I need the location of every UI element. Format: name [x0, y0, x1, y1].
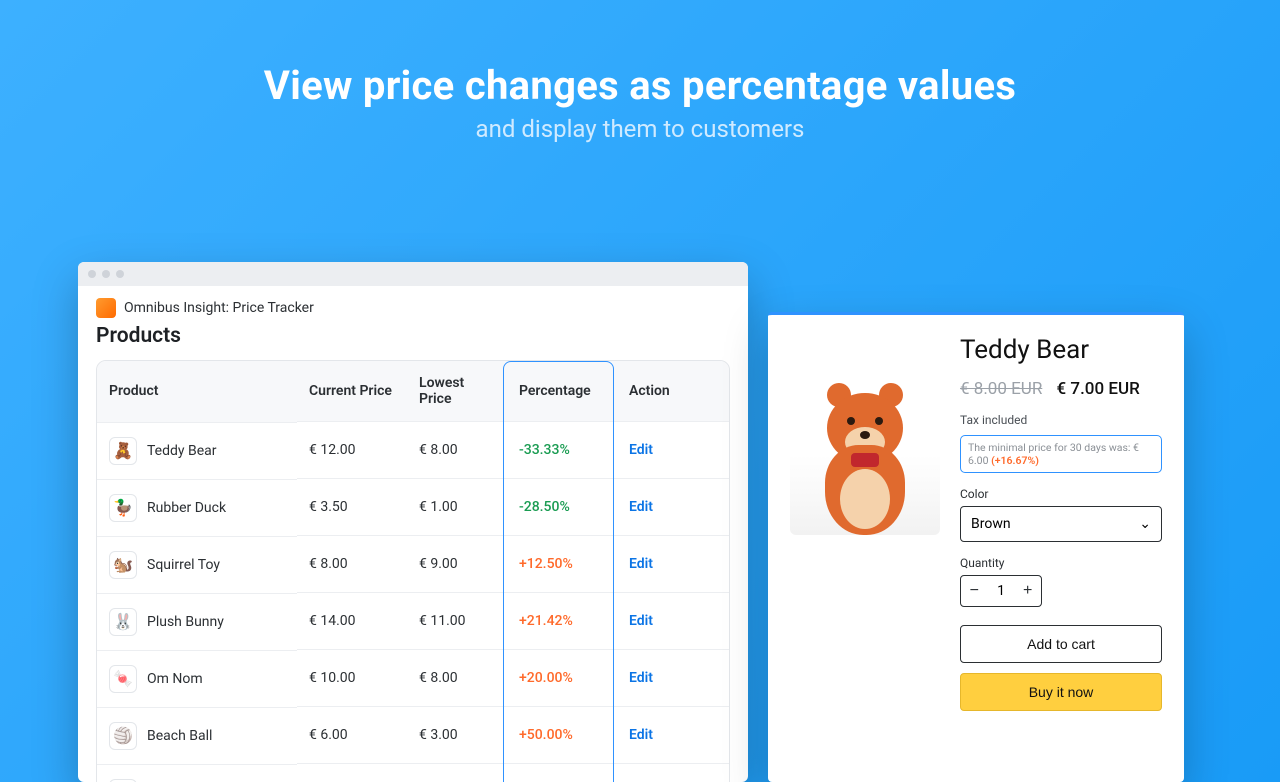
- edit-link[interactable]: Edit: [629, 670, 653, 686]
- cell-lowest-price: € 3.00: [407, 707, 507, 764]
- product-name: Rubber Duck: [147, 500, 226, 516]
- app-name: Omnibus Insight: Price Tracker: [124, 300, 314, 316]
- product-thumb-icon: 🐿️: [109, 551, 137, 579]
- col-product: Product: [97, 361, 297, 422]
- cell-product: 🏐 Beach Ball: [97, 707, 297, 764]
- price-line: € 8.00 EUR € 7.00 EUR: [960, 379, 1162, 399]
- table-row: 🐿️ Squirrel Toy € 8.00€ 9.00+12.50% Edit: [97, 536, 729, 593]
- storefront-card: Teddy Bear € 8.00 EUR € 7.00 EUR Tax inc…: [768, 312, 1184, 782]
- cell-current-price: € 4.00: [297, 764, 407, 782]
- cell-percentage: -28.50%: [507, 479, 617, 536]
- chevron-down-icon: ⌄: [1139, 516, 1151, 532]
- cell-product: 🐿️ Squirrel Toy: [97, 536, 297, 593]
- cell-current-price: € 14.00: [297, 593, 407, 650]
- buy-now-button[interactable]: Buy it now: [960, 673, 1162, 711]
- cell-percentage: +50.00%: [507, 707, 617, 764]
- qty-value: 1: [988, 583, 1015, 599]
- headline-title: View price changes as percentage values: [0, 62, 1280, 109]
- product-title: Teddy Bear: [960, 335, 1162, 365]
- cell-lowest-price: € 11.00: [407, 593, 507, 650]
- window-dot-icon: [116, 270, 124, 278]
- cell-percentage: -33.33%: [507, 422, 617, 479]
- quantity-label: Quantity: [960, 556, 1162, 570]
- product-thumb-icon: 🐰: [109, 608, 137, 636]
- headline-subtitle: and display them to customers: [0, 115, 1280, 143]
- table-row: 🐰 Plush Bunny € 14.00€ 11.00+21.42% Edit: [97, 593, 729, 650]
- col-lowest: Lowest Price: [407, 361, 507, 422]
- product-thumb-icon: 🍬: [109, 665, 137, 693]
- omnibus-price-notice: The minimal price for 30 days was: € 6.0…: [960, 435, 1162, 473]
- cell-lowest-price: € 9.00: [407, 536, 507, 593]
- col-percentage: Percentage: [507, 361, 617, 422]
- edit-link[interactable]: Edit: [629, 727, 653, 743]
- edit-link[interactable]: Edit: [629, 613, 653, 629]
- product-name: Squirrel Toy: [147, 557, 220, 573]
- cell-percentage: +21.42%: [507, 593, 617, 650]
- tax-note: Tax included: [960, 413, 1162, 427]
- old-price: € 8.00 EUR: [960, 379, 1042, 399]
- product-thumb-icon: 🏐: [109, 722, 137, 750]
- app-logo-icon: [96, 298, 116, 318]
- page-title: Products: [96, 324, 730, 348]
- qty-increment-button[interactable]: +: [1014, 582, 1041, 600]
- product-thumb-icon: 🦆: [109, 494, 137, 522]
- cell-percentage: +25.00%: [507, 764, 617, 782]
- cell-percentage: +20.00%: [507, 650, 617, 707]
- col-current: Current Price: [297, 361, 407, 422]
- cell-product: 🪣Sand Bucket: [97, 764, 297, 782]
- color-label: Color: [960, 487, 1162, 501]
- cell-product: 🦆 Rubber Duck: [97, 479, 297, 536]
- omnibus-delta: (+16.67%): [991, 454, 1039, 467]
- col-action: Action: [617, 361, 729, 422]
- product-name: Om Nom: [147, 671, 203, 687]
- window-titlebar: [78, 262, 748, 286]
- product-name: Plush Bunny: [147, 614, 224, 630]
- cell-lowest-price: € 3.00: [407, 764, 507, 782]
- admin-window: Omnibus Insight: Price Tracker Products …: [78, 262, 748, 782]
- product-thumb-icon: 🪣: [109, 779, 137, 782]
- table-row: 🏐 Beach Ball € 6.00€ 3.00+50.00% Edit: [97, 707, 729, 764]
- add-to-cart-button[interactable]: Add to cart: [960, 625, 1162, 663]
- product-thumb-icon: 🧸: [109, 437, 137, 465]
- window-dot-icon: [102, 270, 110, 278]
- product-name: Beach Ball: [147, 728, 212, 744]
- color-select[interactable]: Brown ⌄: [960, 506, 1162, 542]
- cell-lowest-price: € 8.00: [407, 650, 507, 707]
- marketing-headline: View price changes as percentage values …: [0, 62, 1280, 143]
- cell-percentage: +12.50%: [507, 536, 617, 593]
- teddy-bear-icon: [805, 385, 925, 535]
- color-value: Brown: [971, 516, 1011, 532]
- cell-lowest-price: € 8.00: [407, 422, 507, 479]
- edit-link[interactable]: Edit: [629, 556, 653, 572]
- edit-link[interactable]: Edit: [629, 442, 653, 458]
- quantity-stepper[interactable]: − 1 +: [960, 575, 1042, 607]
- current-price: € 7.00 EUR: [1057, 379, 1140, 399]
- cell-current-price: € 8.00: [297, 536, 407, 593]
- cell-current-price: € 3.50: [297, 479, 407, 536]
- cell-lowest-price: € 1.00: [407, 479, 507, 536]
- product-image: [790, 335, 940, 535]
- table-row: 🪣Sand Bucket€ 4.00€ 3.00+25.00%Edit: [97, 764, 729, 782]
- qty-decrement-button[interactable]: −: [961, 582, 988, 600]
- cell-current-price: € 12.00: [297, 422, 407, 479]
- app-header: Omnibus Insight: Price Tracker: [96, 298, 730, 318]
- product-name: Teddy Bear: [147, 443, 217, 459]
- edit-link[interactable]: Edit: [629, 499, 653, 515]
- products-table: Product Current Price Lowest Price Perce…: [96, 360, 730, 782]
- table-row: 🦆 Rubber Duck € 3.50€ 1.00-28.50% Edit: [97, 479, 729, 536]
- cell-product: 🧸 Teddy Bear: [97, 422, 297, 479]
- cell-product: 🐰 Plush Bunny: [97, 593, 297, 650]
- table-row: 🍬 Om Nom € 10.00€ 8.00+20.00% Edit: [97, 650, 729, 707]
- cell-current-price: € 10.00: [297, 650, 407, 707]
- window-dot-icon: [88, 270, 96, 278]
- table-header-row: Product Current Price Lowest Price Perce…: [97, 361, 729, 422]
- cell-current-price: € 6.00: [297, 707, 407, 764]
- table-row: 🧸 Teddy Bear € 12.00€ 8.00-33.33% Edit: [97, 422, 729, 479]
- cell-product: 🍬 Om Nom: [97, 650, 297, 707]
